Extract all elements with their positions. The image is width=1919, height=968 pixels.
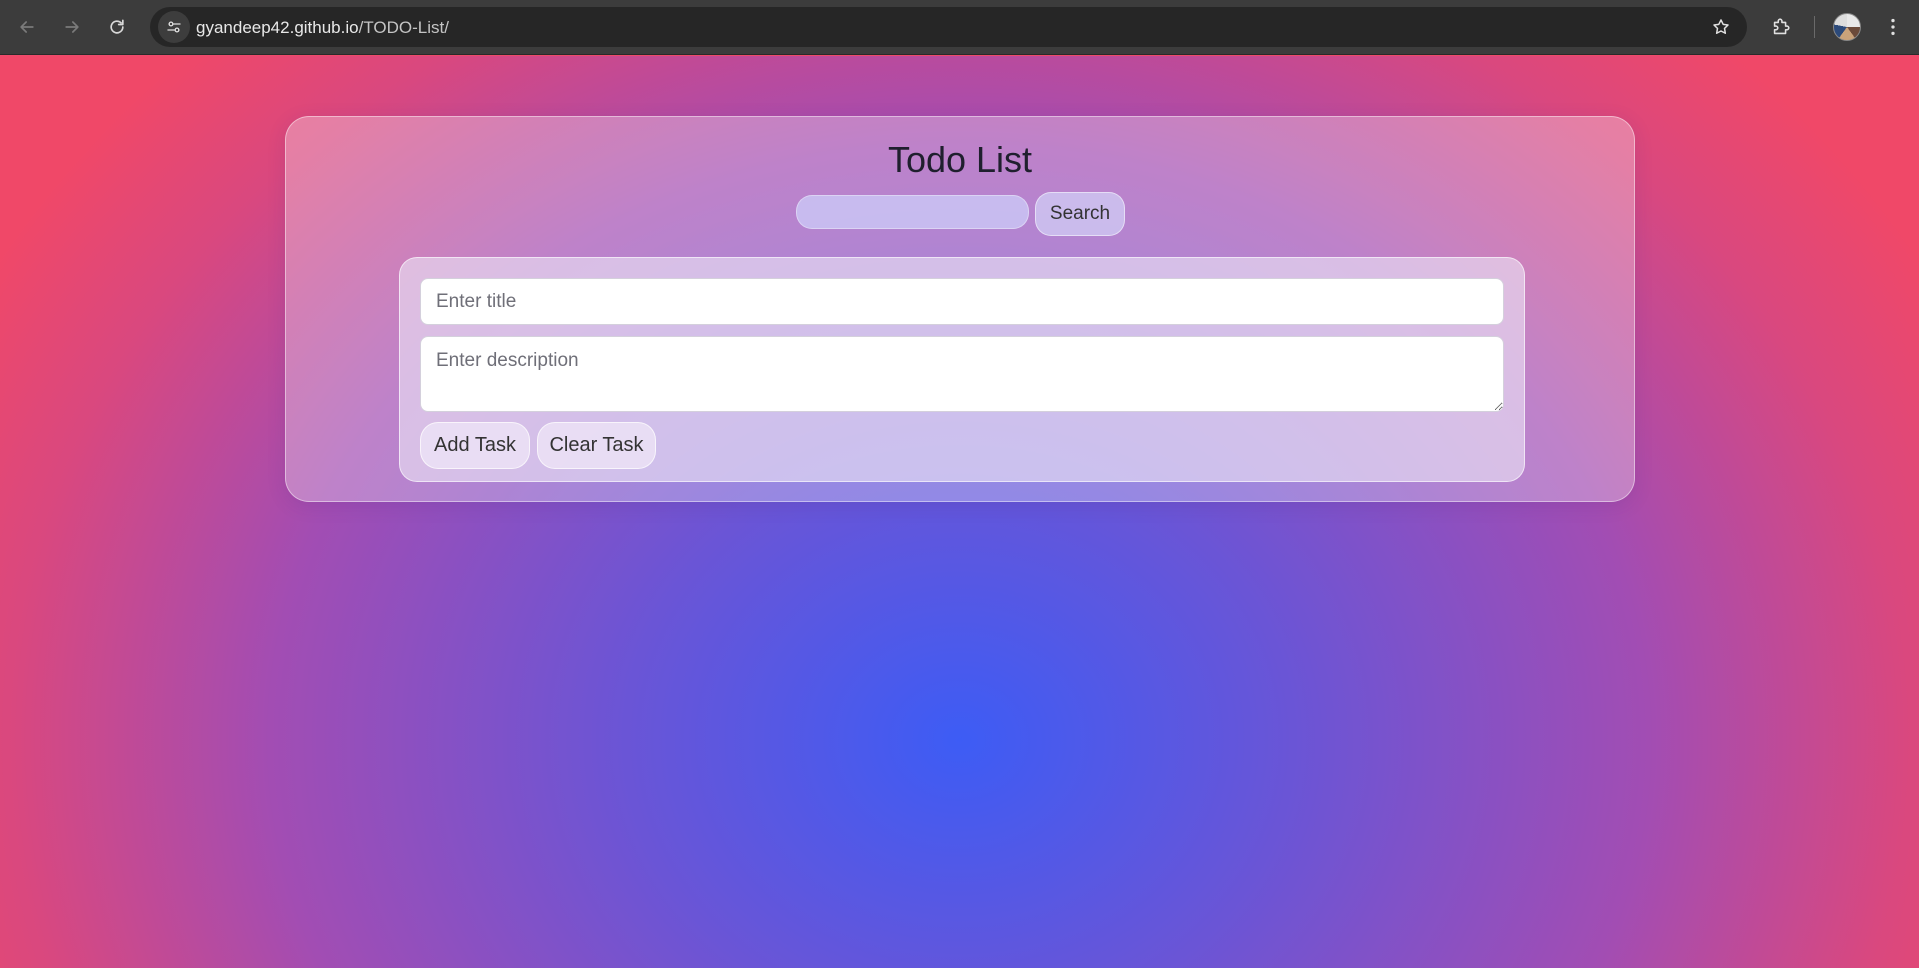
search-row: Search — [286, 189, 1634, 236]
extensions-button[interactable] — [1764, 10, 1798, 44]
task-form: Add Task Clear Task — [399, 257, 1525, 482]
title-input[interactable] — [420, 278, 1504, 325]
back-button[interactable] — [10, 10, 44, 44]
back-arrow-icon — [20, 21, 34, 33]
forward-button[interactable] — [55, 10, 89, 44]
url-host: gyandeep42.github.io — [196, 18, 359, 37]
kebab-menu-icon — [1891, 18, 1895, 36]
search-input[interactable] — [796, 195, 1029, 229]
page-background: Todo List Search Add Task Clear Task — [0, 56, 1919, 968]
reload-button[interactable] — [100, 10, 134, 44]
url-text[interactable]: gyandeep42.github.io/TODO-List/ — [196, 18, 449, 38]
todo-card: Todo List Search Add Task Clear Task — [285, 116, 1635, 502]
add-task-button[interactable]: Add Task — [420, 422, 530, 469]
site-info-button[interactable] — [158, 11, 190, 43]
url-path: /TODO-List/ — [358, 18, 449, 37]
star-icon — [1713, 19, 1729, 34]
tune-icon — [167, 21, 181, 33]
puzzle-icon — [1773, 18, 1790, 35]
page-title: Todo List — [887, 139, 1033, 180]
toolbar-divider — [1814, 16, 1815, 38]
description-textarea[interactable] — [420, 336, 1504, 412]
address-bar[interactable]: gyandeep42.github.io/TODO-List/ — [150, 7, 1747, 47]
bookmark-button[interactable] — [1709, 15, 1733, 39]
avatar[interactable] — [1833, 13, 1861, 41]
search-button[interactable]: Search — [1035, 192, 1125, 236]
browser-toolbar: gyandeep42.github.io/TODO-List/ — [0, 0, 1919, 55]
reload-icon — [110, 19, 124, 34]
browser-menu-button[interactable] — [1876, 10, 1910, 44]
forward-arrow-icon — [65, 21, 79, 33]
clear-task-button[interactable]: Clear Task — [537, 422, 656, 469]
